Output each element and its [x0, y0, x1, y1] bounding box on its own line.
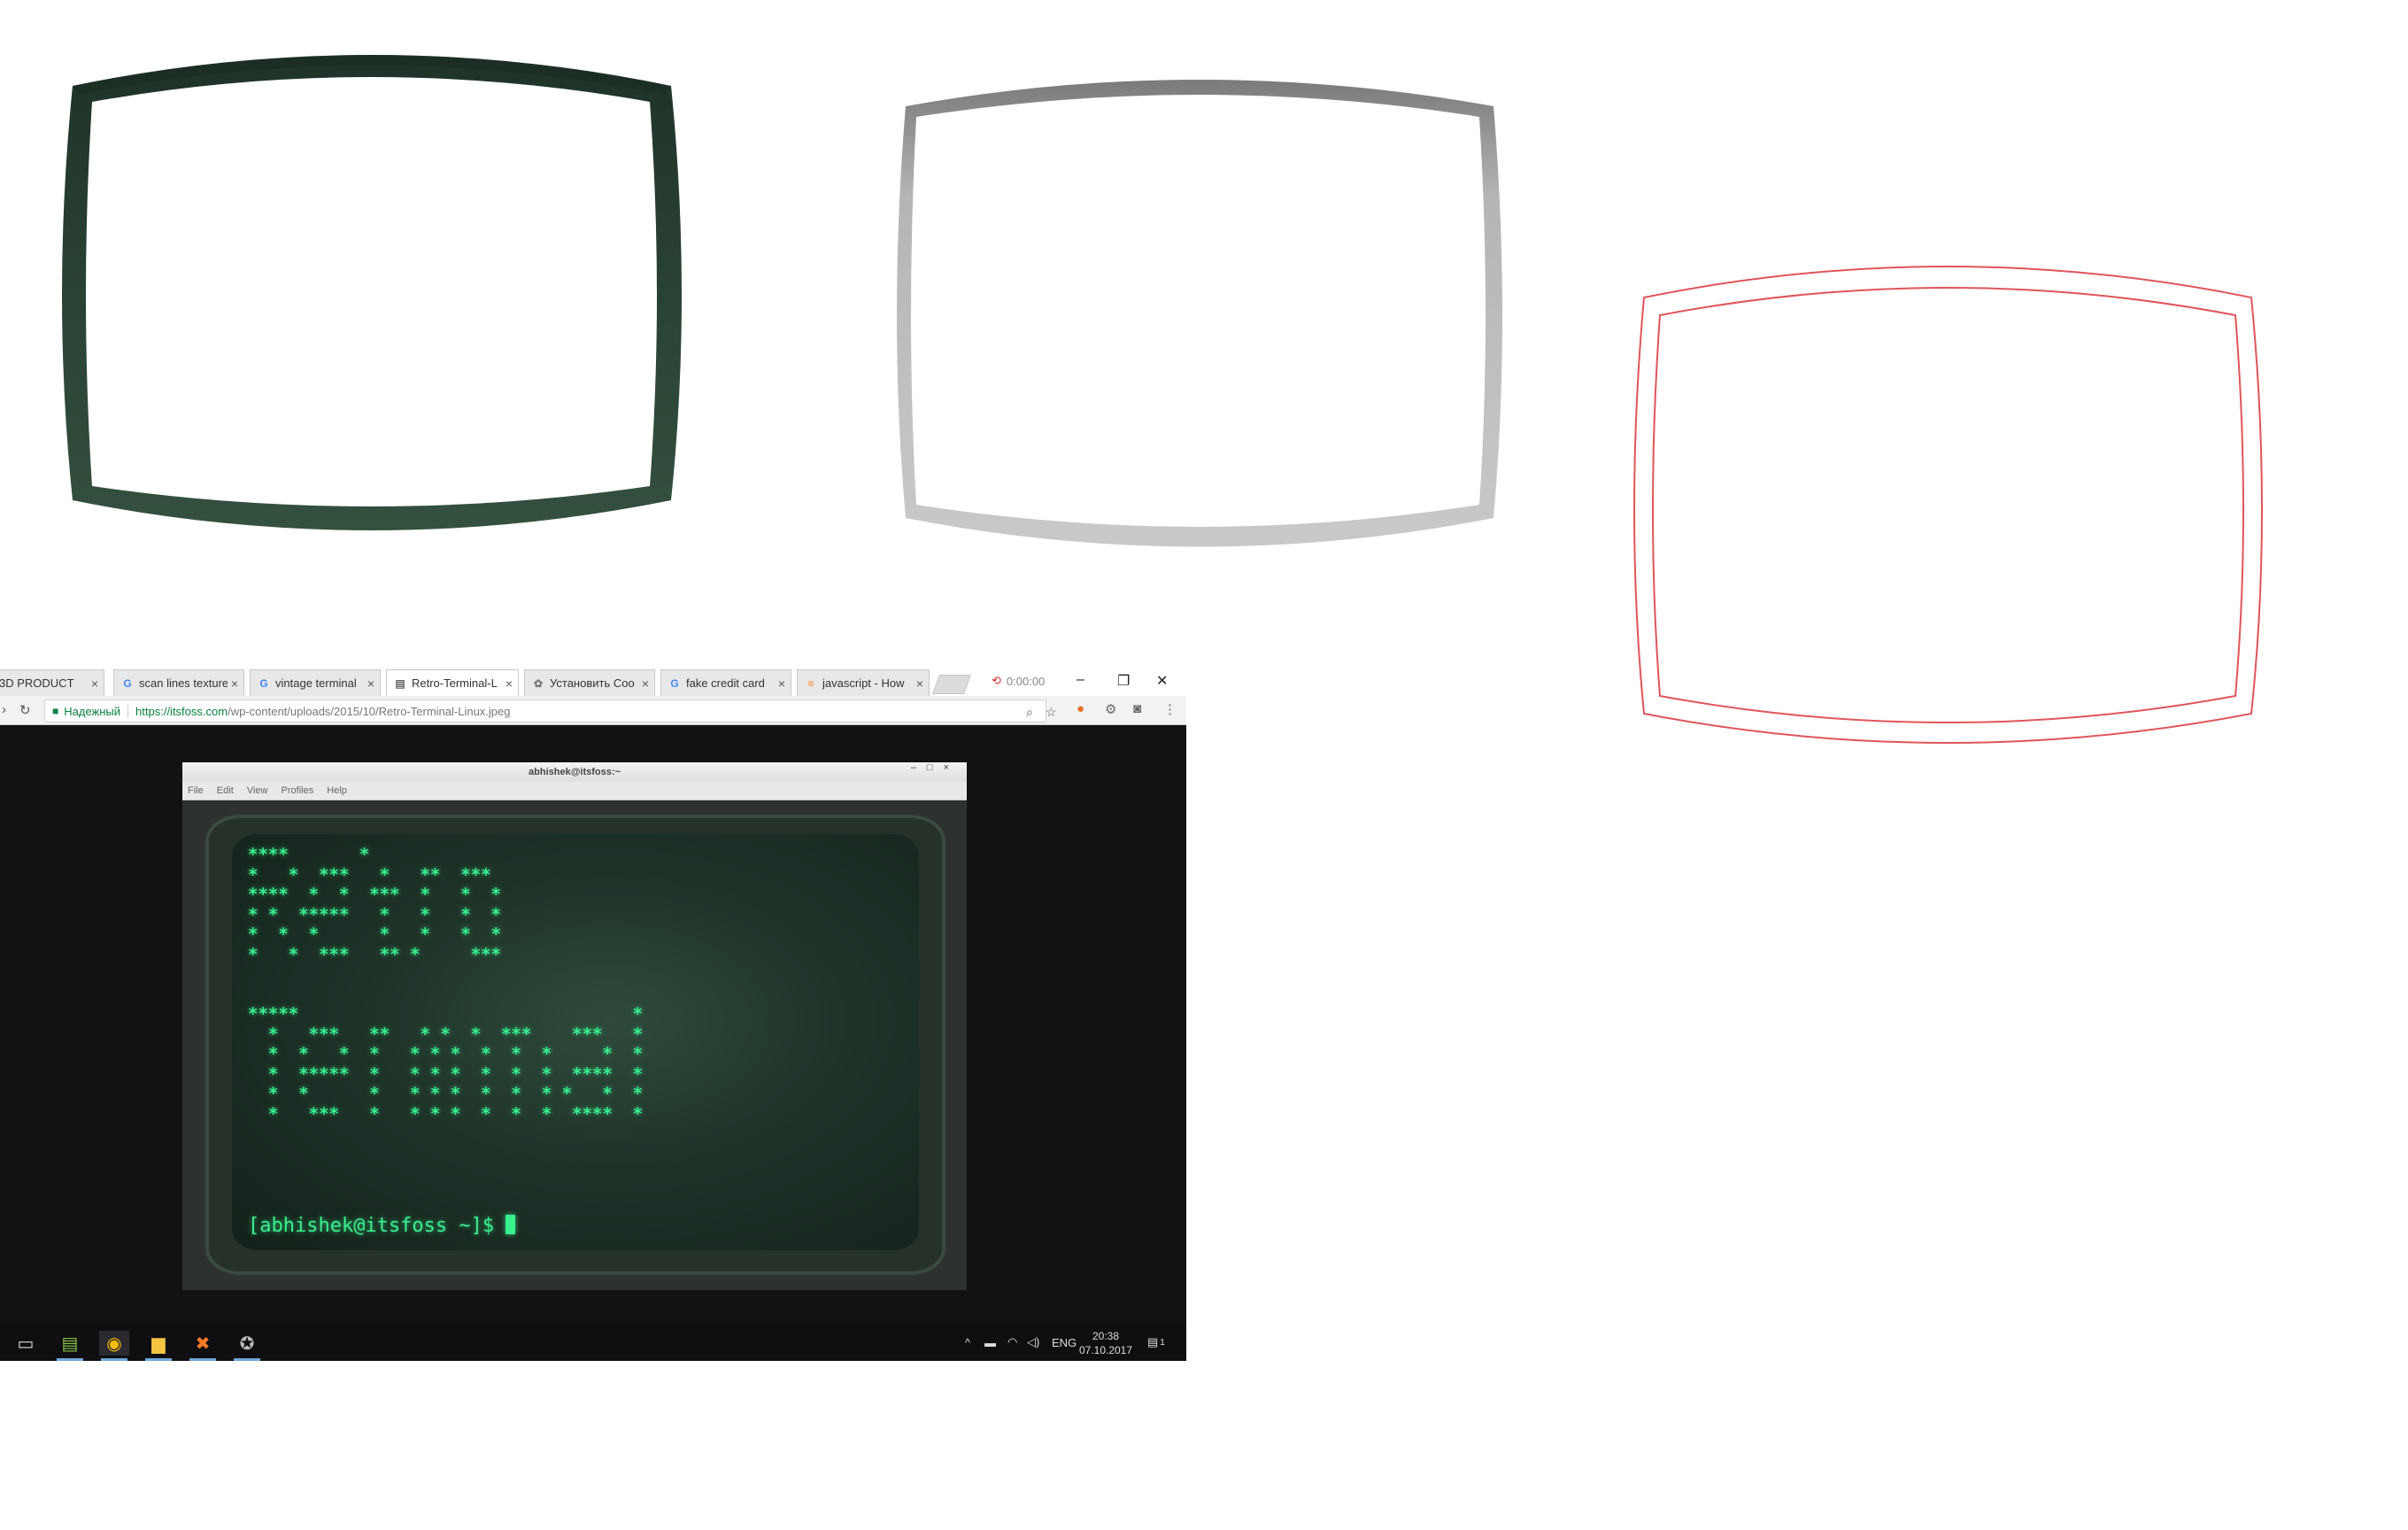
- tab-label: 3D PRODUCT: [0, 676, 74, 690]
- extension-icon[interactable]: ●: [1077, 701, 1084, 716]
- puzzle-icon: ✿: [533, 676, 544, 690]
- menu-help[interactable]: Help: [327, 785, 347, 796]
- image-viewer: abhishek@itsfoss:~ –□× File Edit View Pr…: [0, 725, 1186, 1324]
- tab-install-cookie[interactable]: ✿ Установить Coo ×: [524, 669, 655, 696]
- explorer-icon[interactable]: ▆: [143, 1331, 174, 1361]
- monitor-frame-gray: [897, 80, 1502, 547]
- monitor-frame-outline: [1633, 266, 2263, 744]
- google-icon: G: [123, 676, 132, 690]
- ascii-banner: **** * * * *** * ** *** **** * * *** * *…: [248, 845, 644, 1124]
- reload-icon[interactable]: ↻: [19, 702, 31, 718]
- lock-icon: ■: [52, 705, 59, 717]
- task-view-icon[interactable]: ▭: [11, 1331, 41, 1356]
- tray-chevron-icon[interactable]: ^: [965, 1324, 970, 1361]
- notepad-icon[interactable]: ▤: [55, 1331, 85, 1361]
- forward-icon[interactable]: ›: [2, 702, 6, 717]
- zoom-icon[interactable]: ⌕: [1026, 705, 1033, 720]
- menu-icon[interactable]: ⋮: [1163, 701, 1177, 717]
- close-icon[interactable]: ×: [506, 676, 513, 691]
- new-tab-button[interactable]: [931, 675, 972, 694]
- address-bar: › ↻ ■ Надежный https://itsfoss.com /wp-c…: [0, 696, 1186, 725]
- minimize-button[interactable]: –: [1077, 672, 1084, 688]
- tab-label: Retro-Terminal-L: [412, 676, 498, 690]
- extension-badge[interactable]: ⟲ 0:00:00: [992, 674, 1045, 688]
- tab-javascript-how[interactable]: ≡ javascript - How ×: [797, 669, 930, 696]
- text-cursor: [506, 1215, 516, 1234]
- extension-icon[interactable]: ⚙: [1105, 701, 1116, 717]
- url-input[interactable]: ■ Надежный https://itsfoss.com /wp-conte…: [44, 699, 1057, 722]
- google-icon: G: [259, 676, 268, 690]
- tab-vintage-terminal[interactable]: G vintage terminal ×: [250, 669, 381, 696]
- notification-count: 1: [1160, 1337, 1165, 1348]
- taskbar: ▭ ▤ ◉ ▆ ✖ ✪ ^ ▬ ◠ ◁) ENG 20:38 07.10.201…: [0, 1324, 1186, 1361]
- timer-icon: ⟲: [992, 674, 1001, 687]
- close-icon[interactable]: ×: [916, 676, 923, 691]
- menu-profiles[interactable]: Profiles: [282, 785, 314, 796]
- extension-value: 0:00:00: [1006, 674, 1046, 688]
- close-icon[interactable]: ×: [231, 676, 238, 691]
- tab-fake-credit-card[interactable]: G fake credit card ×: [660, 669, 791, 696]
- prompt-text: [abhishek@itsfoss ~]$: [248, 1215, 506, 1237]
- monitor-frame-dark: [62, 55, 682, 530]
- terminal-window: abhishek@itsfoss:~ –□× File Edit View Pr…: [182, 762, 967, 1290]
- secure-label: Надежный: [64, 704, 129, 718]
- tab-label: javascript - How: [822, 676, 905, 690]
- chrome-icon[interactable]: ◉: [99, 1331, 129, 1361]
- terminal-title: abhishek@itsfoss:~: [182, 762, 967, 782]
- notification-icon[interactable]: ▤ 1: [1147, 1324, 1165, 1361]
- xampp-icon[interactable]: ✖: [188, 1331, 218, 1361]
- tab-scan-lines[interactable]: G scan lines texture ×: [113, 669, 244, 696]
- tab-label: Установить Coo: [550, 676, 635, 690]
- volume-icon[interactable]: ◁): [1027, 1324, 1039, 1361]
- terminal-window-controls[interactable]: –□×: [911, 762, 960, 773]
- system-clock[interactable]: 20:38 07.10.2017: [1078, 1329, 1133, 1357]
- close-icon[interactable]: ×: [642, 676, 649, 691]
- close-icon[interactable]: ×: [367, 676, 374, 691]
- language-indicator[interactable]: ENG: [1052, 1324, 1077, 1361]
- wifi-icon[interactable]: ◠: [1007, 1324, 1017, 1361]
- battery-icon[interactable]: ▬: [984, 1324, 996, 1361]
- browser-screenshot: 3D PRODUCT × G scan lines texture × G vi…: [0, 666, 1186, 1361]
- star-icon[interactable]: ☆: [1046, 705, 1057, 720]
- google-icon: G: [670, 676, 679, 690]
- clock-time: 20:38: [1092, 1330, 1120, 1342]
- crt-screen: **** * * * *** * ** *** **** * * *** * *…: [232, 834, 919, 1250]
- menu-edit[interactable]: Edit: [217, 785, 234, 796]
- clock-date: 07.10.2017: [1078, 1344, 1133, 1356]
- image-icon: ▤: [395, 676, 405, 690]
- camera-icon[interactable]: ◙: [1133, 701, 1141, 716]
- tab-3d-product[interactable]: 3D PRODUCT ×: [0, 669, 104, 696]
- menu-file[interactable]: File: [188, 785, 204, 796]
- tab-label: fake credit card: [686, 676, 765, 690]
- url-host: https://itsfoss.com: [135, 704, 228, 718]
- tab-retro-terminal[interactable]: ▤ Retro-Terminal-L ×: [386, 669, 519, 696]
- tab-label: vintage terminal: [275, 676, 357, 690]
- restore-button[interactable]: ❐: [1117, 672, 1130, 690]
- menu-view[interactable]: View: [247, 785, 268, 796]
- tab-label: scan lines texture: [139, 676, 228, 690]
- close-window-button[interactable]: ✕: [1156, 672, 1168, 690]
- shell-prompt[interactable]: [abhishek@itsfoss ~]$: [248, 1215, 516, 1237]
- close-icon[interactable]: ×: [91, 676, 98, 691]
- stackoverflow-icon: ≡: [807, 676, 814, 690]
- tab-strip: 3D PRODUCT × G scan lines texture × G vi…: [0, 666, 1186, 697]
- app-icon[interactable]: ✪: [232, 1331, 262, 1361]
- terminal-menubar: File Edit View Profiles Help: [182, 782, 967, 800]
- url-path: /wp-content/uploads/2015/10/Retro-Termin…: [228, 704, 511, 718]
- terminal-body: **** * * * *** * ** *** **** * * *** * *…: [182, 800, 967, 1290]
- close-icon[interactable]: ×: [778, 676, 785, 691]
- crt-bezel: **** * * * *** * ** *** **** * * *** * *…: [205, 815, 945, 1275]
